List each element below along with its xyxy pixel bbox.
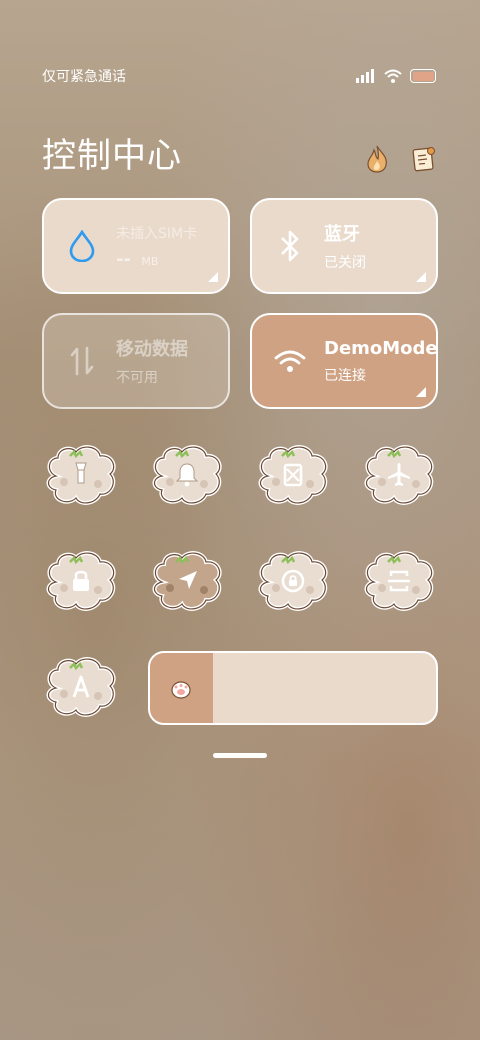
bluetooth-tile[interactable]: 蓝牙 已关闭: [250, 198, 438, 294]
auto-brightness-icon: [72, 675, 90, 698]
home-indicator[interactable]: [213, 753, 267, 758]
location-arrow-icon: [179, 571, 197, 589]
expand-corner-icon: [416, 387, 426, 397]
data-usage-value: --: [116, 248, 131, 270]
wifi-network-name: DemoMode: [324, 337, 438, 359]
data-usage-unit: MB: [141, 254, 159, 268]
data-usage-value-row: -- MB: [116, 249, 197, 270]
battery-fill: [412, 71, 434, 81]
scanner-icon: [388, 570, 410, 592]
wifi-status: 已连接: [324, 367, 366, 384]
toggle-location[interactable]: [150, 548, 224, 614]
battery-icon: [410, 69, 436, 83]
bluetooth-label: 蓝牙: [324, 224, 360, 245]
mobile-data-tile[interactable]: 移动数据 不可用: [42, 313, 230, 409]
mobile-data-status: 不可用: [116, 370, 158, 386]
carrier-text: 仅可紧急通话: [42, 69, 126, 85]
sim-status-label: 未插入SIM卡: [116, 225, 198, 242]
data-usage-tile[interactable]: 未插入SIM卡 -- MB: [42, 198, 230, 294]
expand-corner-icon: [208, 272, 218, 282]
toggle-scanner[interactable]: [362, 548, 436, 614]
paw-icon: [171, 681, 192, 699]
signal-icon: [356, 69, 374, 83]
wifi-icon: [274, 345, 306, 377]
control-center-header: 控制中心: [42, 124, 436, 180]
wifi-icon: [384, 69, 402, 83]
toggle-screenshot[interactable]: [256, 442, 330, 508]
mobile-data-label: 移动数据: [116, 339, 188, 360]
toggle-auto-brightness[interactable]: [44, 654, 118, 720]
rotation-lock-icon: [281, 569, 305, 593]
flame-icon[interactable]: [364, 145, 390, 173]
page-title: 控制中心: [42, 135, 182, 176]
brightness-slider[interactable]: [148, 651, 438, 725]
toggle-airplane[interactable]: [362, 442, 436, 508]
bell-icon: [175, 463, 199, 487]
airplane-icon: [388, 463, 410, 486]
edit-note-icon[interactable]: [412, 146, 436, 172]
status-bar: 仅可紧急通话: [42, 66, 436, 86]
toggle-ring[interactable]: [150, 442, 224, 508]
wifi-tile[interactable]: DemoMode 已连接: [250, 313, 438, 409]
water-drop-icon: [66, 230, 98, 262]
bluetooth-status: 已关闭: [324, 255, 366, 271]
toggle-flashlight[interactable]: [44, 442, 118, 508]
status-icons: [356, 69, 436, 83]
lock-icon: [73, 570, 89, 591]
mobile-data-icon: [66, 345, 98, 377]
expand-corner-icon: [416, 272, 426, 282]
bluetooth-icon: [274, 230, 306, 262]
brightness-slider-fill: [150, 653, 213, 723]
screenshot-icon: [283, 463, 303, 487]
flashlight-icon: [75, 462, 87, 484]
toggle-lock-screen[interactable]: [44, 548, 118, 614]
toggle-rotation-lock[interactable]: [256, 548, 330, 614]
